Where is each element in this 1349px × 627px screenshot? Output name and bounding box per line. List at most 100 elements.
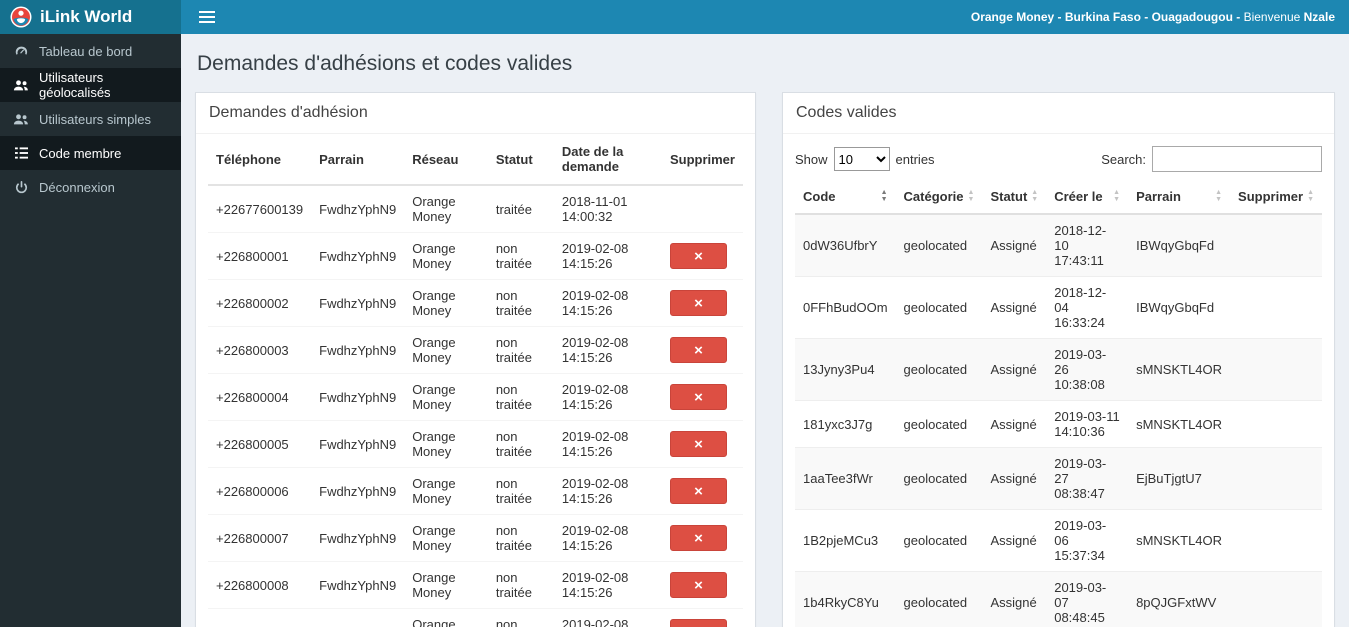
sortable-column-header[interactable]: Statut ▲ ▼ — [982, 180, 1047, 215]
column-header: Téléphone — [208, 134, 312, 186]
delete-button[interactable]: × — [669, 525, 727, 551]
page-title: Demandes d'adhésions et codes valides — [197, 52, 573, 75]
sidebar-item-utilisateurs-simples[interactable]: Utilisateurs simples — [0, 102, 181, 136]
supprimer-cell — [661, 184, 743, 233]
table-row: +226800005 FwdhzYphN9 Orange Money non trai… — [208, 420, 743, 468]
user-welcome-banner[interactable]: Orange Money - Burkina Faso - Ouagadougo… — [971, 10, 1335, 24]
supprimer-cell — [1230, 447, 1322, 510]
page-length-control: Show 10 entries — [795, 147, 935, 171]
sidebar-item-label: Tableau de bord — [39, 43, 133, 59]
delete-button[interactable]: × — [669, 572, 727, 598]
supprimer-cell — [1230, 400, 1322, 448]
search-label: Search: — [1101, 151, 1146, 167]
sidebar-item-d-connexion[interactable]: Déconnexion — [0, 170, 181, 204]
users-icon — [13, 113, 29, 126]
requests-table: Téléphone Parrain Réseau Statut Date de la d… — [208, 134, 743, 627]
creer-le-cell: 2019-03-06 15:37:34 — [1046, 509, 1129, 572]
search-input[interactable] — [1152, 146, 1322, 172]
statut-cell: non traitée — [487, 279, 554, 327]
parrain-cell: sMNSKTL4OR — [1128, 400, 1231, 448]
code-cell: 1aaTee3fWr — [795, 447, 896, 510]
sidebar-item-label: Utilisateurs simples — [39, 111, 151, 127]
parrain-cell: IBWqyGbqFd — [1128, 276, 1231, 339]
statut-cell: non traitée — [487, 326, 554, 374]
statut-cell: Assigné — [982, 213, 1047, 277]
column-header: Date de la demande — [553, 134, 662, 186]
reseau-cell: Orange Money — [404, 608, 488, 627]
sidebar-item-code-membre[interactable]: Code membre — [0, 136, 181, 170]
requests-table-body: +22677600139 FwdhzYphN9 Orange Money traité… — [208, 184, 743, 627]
parrain-cell: 8pQJGFxtWV — [1128, 571, 1231, 627]
table-row: 181yxc3J7g geolocated Assigné 2019-03-11 14… — [795, 400, 1322, 448]
supprimer-cell: × — [661, 232, 743, 280]
phone-cell: +226800005 — [208, 420, 312, 468]
creer-le-cell: 2019-03-27 08:38:47 — [1046, 447, 1129, 510]
sort-icon: ▲ ▼ — [1113, 188, 1121, 203]
date-cell: 2019-02-08 14:15:26 — [553, 373, 662, 421]
page-length-select[interactable]: 10 — [833, 147, 890, 171]
phone-cell: +226800007 — [208, 514, 312, 562]
codes-panel-title: Codes valides — [783, 93, 1334, 134]
categorie-cell: geolocated — [895, 509, 983, 572]
table-row: 1aaTee3fWr geolocated Assigné 2019-03-27 08… — [795, 447, 1322, 510]
delete-button[interactable]: × — [669, 619, 727, 627]
delete-button[interactable]: × — [669, 431, 727, 457]
table-row: +226800006 FwdhzYphN9 Orange Money non trai… — [208, 467, 743, 515]
reseau-cell: Orange Money — [404, 184, 488, 233]
delete-button[interactable]: × — [669, 243, 727, 269]
welcome-greeting: Bienvenue — [1243, 10, 1301, 24]
statut-cell: traitée — [487, 184, 554, 233]
sort-icon: ▲ ▼ — [967, 188, 975, 203]
categorie-cell: geolocated — [895, 338, 983, 401]
phone-cell: +226800002 — [208, 279, 312, 327]
statut-cell: Assigné — [982, 276, 1047, 339]
sidebar-item-utilisateurs-g-olocalis-s[interactable]: Utilisateurs géolocalisés — [0, 68, 181, 102]
search-control: Search: — [1101, 146, 1322, 172]
table-row: 1B2pjeMCu3 geolocated Assigné 2019-03-06 15… — [795, 509, 1322, 572]
sortable-column-header[interactable]: Parrain ▲ ▼ — [1128, 180, 1231, 215]
statut-cell: Assigné — [982, 400, 1047, 448]
brand[interactable]: iLink World — [0, 0, 181, 34]
sortable-column-header[interactable]: Supprimer ▲ ▼ — [1230, 180, 1322, 215]
delete-button[interactable]: × — [669, 478, 727, 504]
parrain-cell: sMNSKTL4OR — [1128, 338, 1231, 401]
column-header-label: Catégorie — [903, 189, 964, 204]
parrain-cell: FwdhzYphN9 — [311, 232, 405, 280]
show-label: Show — [795, 151, 828, 167]
delete-button[interactable]: × — [669, 384, 727, 410]
sidebar: Tableau de bord Utilisateurs géolocalisés… — [0, 34, 181, 627]
phone-cell: +226800004 — [208, 373, 312, 421]
sortable-column-header[interactable]: Code ▲ ▼ — [795, 180, 896, 215]
hamburger-icon[interactable] — [195, 0, 219, 34]
date-cell: 2019-02-08 14:15:26 — [553, 326, 662, 374]
code-cell: 0dW36UfbrY — [795, 213, 896, 277]
sidebar-menu: Tableau de bord Utilisateurs géolocalisés… — [0, 34, 181, 204]
table-row: +226800004 FwdhzYphN9 Orange Money non trai… — [208, 373, 743, 421]
parrain-cell: FwdhzYphN9 — [311, 373, 405, 421]
requests-panel: Demandes d'adhésion Téléphone Parrain Rése… — [195, 92, 756, 627]
requests-panel-title: Demandes d'adhésion — [196, 93, 755, 134]
code-cell: 0FFhBudOOm — [795, 276, 896, 339]
column-header: Statut — [487, 134, 554, 186]
delete-button[interactable]: × — [669, 337, 727, 363]
creer-le-cell: 2018-12-10 17:43:11 — [1046, 213, 1129, 277]
supprimer-cell: × — [661, 467, 743, 515]
sortable-column-header[interactable]: Créer le ▲ ▼ — [1046, 180, 1129, 215]
sidebar-item-label: Utilisateurs géolocalisés — [39, 70, 111, 100]
supprimer-cell: × — [661, 514, 743, 562]
supprimer-cell: × — [661, 420, 743, 468]
dashboard-icon — [13, 44, 29, 58]
list-icon — [13, 147, 29, 159]
supprimer-cell: × — [661, 373, 743, 421]
sortable-column-header[interactable]: Catégorie ▲ ▼ — [895, 180, 983, 215]
statut-cell: non traitée — [487, 373, 554, 421]
categorie-cell: geolocated — [895, 571, 983, 627]
sidebar-item-tableau-de-bord[interactable]: Tableau de bord — [0, 34, 181, 68]
date-cell: 2019-02-08 14:15:26 — [553, 420, 662, 468]
table-row: 13Jyny3Pu4 geolocated Assigné 2019-03-26 10… — [795, 338, 1322, 401]
column-header-label: Statut — [990, 189, 1028, 204]
delete-button[interactable]: × — [669, 290, 727, 316]
creer-le-cell: 2019-03-07 08:48:45 — [1046, 571, 1129, 627]
column-header-label: Supprimer — [1238, 189, 1304, 204]
parrain-cell: FwdhzYphN9 — [311, 514, 405, 562]
